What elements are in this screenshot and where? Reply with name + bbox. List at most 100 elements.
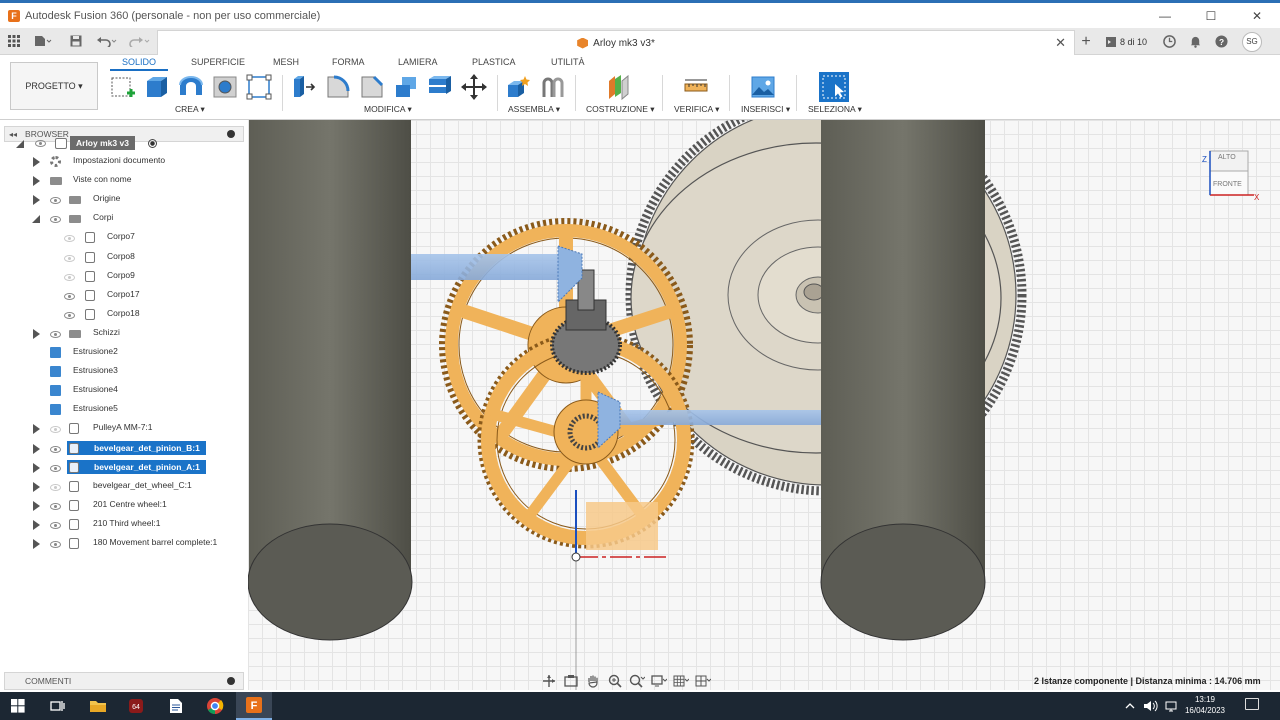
expander-collapsed-icon[interactable] — [33, 500, 40, 511]
extrude-feature-icon[interactable] — [50, 347, 61, 358]
browser-item-label[interactable]: Corpo8 — [104, 250, 138, 262]
browser-tree-row[interactable]: 210 Third wheel:1 — [0, 517, 248, 533]
browser-item-label[interactable]: Origine — [90, 192, 123, 204]
browser-tree-row[interactable]: Schizzi — [0, 326, 248, 342]
browser-root-row[interactable]: Arloy mk3 v3 — [0, 135, 248, 152]
browser-item-label[interactable]: PulleyA MM-7:1 — [90, 421, 156, 433]
close-document-tab-button[interactable]: ✕ — [1055, 35, 1066, 51]
inserisci-group-menu[interactable]: INSERISCI ▾ — [741, 104, 790, 115]
browser-item-label[interactable]: bevelgear_det_wheel_C:1 — [90, 479, 195, 491]
browser-tree-row[interactable]: Origine — [0, 192, 248, 208]
3d-viewport[interactable] — [248, 120, 1280, 690]
project-workspace-button[interactable]: PROGETTO ▾ — [10, 62, 98, 110]
browser-tree-row[interactable]: Viste con nome — [0, 173, 248, 189]
media-app-icon[interactable]: 64 — [124, 696, 148, 716]
select-icon[interactable] — [818, 71, 850, 103]
offset-plane-icon[interactable] — [605, 73, 633, 101]
expander-collapsed-icon[interactable] — [33, 195, 40, 206]
crea-group-menu[interactable]: CREA ▾ — [175, 104, 205, 115]
tab-plastica[interactable]: PLASTICA — [472, 57, 516, 67]
chamfer-icon[interactable] — [358, 73, 386, 101]
clock-icon[interactable] — [1156, 28, 1182, 55]
browser-item-label[interactable]: Estrusione4 — [70, 383, 121, 395]
insert-image-icon[interactable] — [749, 73, 777, 101]
costruzione-group-menu[interactable]: COSTRUZIONE ▾ — [586, 104, 655, 115]
tab-solido[interactable]: SOLIDO — [122, 57, 156, 67]
data-panel-grid-icon[interactable] — [6, 32, 22, 50]
save-icon[interactable] — [68, 32, 84, 50]
visibility-eye-icon[interactable] — [50, 541, 61, 548]
browser-tree-row[interactable]: Estrusione5 — [0, 402, 248, 418]
viewcube-front-label[interactable]: FRONTE — [1213, 181, 1242, 188]
visibility-eye-icon[interactable] — [50, 521, 61, 529]
browser-item-label[interactable]: 210 Third wheel:1 — [90, 517, 163, 529]
browser-tree-row[interactable]: Corpo9 — [0, 269, 248, 285]
extrude-feature-icon[interactable] — [50, 366, 61, 378]
taskbar-clock[interactable]: 13:19 16/04/2023 — [1180, 694, 1230, 716]
expander-expanded-icon[interactable] — [32, 215, 40, 224]
visibility-eye-icon[interactable] — [50, 330, 61, 338]
visibility-eye-icon[interactable] — [64, 311, 75, 319]
extrude-feature-icon[interactable] — [50, 404, 61, 416]
viewcube-top-label[interactable]: ALTO — [1218, 154, 1236, 161]
combine-icon[interactable] — [392, 73, 420, 101]
activate-radio-icon[interactable] — [148, 138, 157, 148]
visibility-eye-icon[interactable] — [35, 139, 46, 147]
sketch-profile[interactable] — [586, 502, 658, 550]
user-avatar[interactable]: SG — [1242, 31, 1262, 52]
joint-icon[interactable] — [539, 73, 567, 101]
browser-tree-row[interactable]: Corpo8 — [0, 250, 248, 266]
close-window-button[interactable]: ✕ — [1234, 3, 1280, 28]
visibility-eye-icon[interactable] — [50, 426, 61, 434]
comments-panel[interactable]: COMMENTI — [4, 672, 244, 690]
revolve-icon[interactable] — [177, 73, 205, 101]
visibility-eye-icon[interactable] — [50, 464, 61, 472]
new-component-icon[interactable] — [505, 73, 533, 101]
create-sketch-icon[interactable] — [109, 73, 137, 101]
expander-collapsed-icon[interactable] — [33, 157, 40, 167]
browser-tree-row[interactable]: bevelgear_det_pinion_A:1 — [0, 459, 248, 476]
browser-tree-row[interactable]: PulleyA MM-7:1 — [0, 421, 248, 437]
expander-collapsed-icon[interactable] — [33, 424, 40, 435]
file-explorer-icon[interactable] — [86, 696, 110, 716]
browser-tree-row[interactable]: bevelgear_det_pinion_B:1 — [0, 440, 248, 457]
browser-tree-row[interactable]: 201 Centre wheel:1 — [0, 498, 248, 514]
visibility-eye-icon[interactable] — [64, 273, 75, 281]
visibility-eye-icon[interactable] — [50, 502, 61, 510]
view-cube[interactable]: ALTO FRONTE Z X — [1200, 145, 1260, 210]
new-tab-button[interactable]: + — [1076, 28, 1096, 55]
network-icon[interactable] — [1162, 696, 1180, 716]
windows-start-icon[interactable] — [6, 696, 30, 716]
fusion-taskbar-icon[interactable]: F — [236, 692, 272, 720]
visibility-eye-icon[interactable] — [50, 483, 61, 491]
expander-collapsed-icon[interactable] — [33, 443, 40, 454]
expander-collapsed-icon[interactable] — [33, 176, 40, 187]
document-tab[interactable]: Arloy mk3 v3* ✕ — [157, 30, 1075, 55]
root-expander-icon[interactable] — [16, 139, 24, 148]
browser-item-label[interactable]: Corpo17 — [104, 288, 143, 300]
add-comment-icon[interactable] — [227, 677, 235, 685]
grid-settings-icon[interactable] — [672, 673, 690, 689]
pillar-left[interactable] — [248, 120, 413, 641]
visibility-eye-icon[interactable] — [50, 445, 61, 453]
browser-item-label[interactable]: Corpo9 — [104, 269, 138, 281]
job-status-counter[interactable]: 8 di 10 — [1096, 28, 1156, 55]
visibility-eye-icon[interactable] — [64, 292, 75, 300]
expander-collapsed-icon[interactable] — [33, 462, 40, 473]
action-center-icon[interactable] — [1245, 698, 1259, 710]
browser-item-label[interactable]: Corpo18 — [104, 307, 143, 319]
visibility-eye-icon[interactable] — [64, 254, 75, 262]
browser-item-label[interactable]: bevelgear_det_pinion_A:1 — [67, 459, 206, 474]
volume-icon[interactable] — [1142, 696, 1160, 716]
zoom-icon[interactable] — [606, 673, 624, 689]
browser-item-label[interactable]: bevelgear_det_pinion_B:1 — [67, 440, 206, 455]
browser-tree-row[interactable]: Corpo18 — [0, 307, 248, 323]
browser-item-label[interactable]: Viste con nome — [70, 173, 134, 185]
redo-icon[interactable] — [126, 32, 152, 50]
browser-item-label[interactable]: Corpo7 — [104, 230, 138, 242]
seleziona-group-menu[interactable]: SELEZIONA ▾ — [808, 104, 862, 115]
model-scene[interactable] — [248, 120, 1280, 690]
hole-icon[interactable] — [211, 73, 239, 101]
notifications-bell-icon[interactable] — [1182, 28, 1208, 55]
assembla-group-menu[interactable]: ASSEMBLA ▾ — [508, 104, 560, 115]
